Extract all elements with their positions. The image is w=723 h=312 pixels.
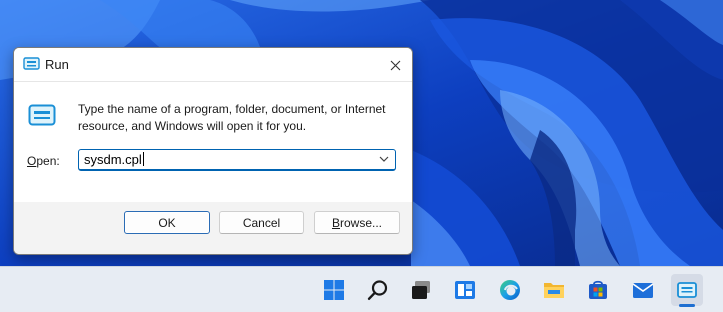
cancel-button[interactable]: Cancel [219,211,304,234]
text-caret [142,152,144,166]
open-input[interactable]: sysdm.cpl [84,152,144,167]
microsoft-store-icon[interactable] [582,274,614,306]
edge-browser-icon[interactable] [494,274,526,306]
run-program-icon [28,104,56,126]
dialog-content: Type the name of a program, folder, docu… [14,82,412,202]
dialog-title: Run [45,57,69,72]
dialog-footer: OK Cancel Browse... [14,202,412,254]
search-icon[interactable] [362,274,394,306]
run-app-icon[interactable] [671,274,703,307]
open-combobox[interactable]: sysdm.cpl [78,149,396,171]
mail-icon[interactable] [627,274,659,306]
file-explorer-icon[interactable] [538,274,570,306]
ok-button[interactable]: OK [124,211,210,234]
open-label: Open: [27,154,60,168]
instruction-text: Type the name of a program, folder, docu… [78,102,386,133]
browse-button[interactable]: Browse... [314,211,400,234]
dialog-titlebar[interactable]: Run [14,48,412,82]
windows-start-icon[interactable] [318,274,350,306]
run-icon [23,57,40,71]
taskbar [0,266,723,312]
active-app-indicator [679,304,695,307]
close-button[interactable] [382,52,408,78]
run-dialog: Run Type the name of a program, folder, … [13,47,413,255]
chevron-down-icon[interactable] [379,155,389,163]
close-icon [390,60,400,70]
widgets-icon[interactable] [449,274,481,306]
task-view-icon[interactable] [405,274,437,306]
